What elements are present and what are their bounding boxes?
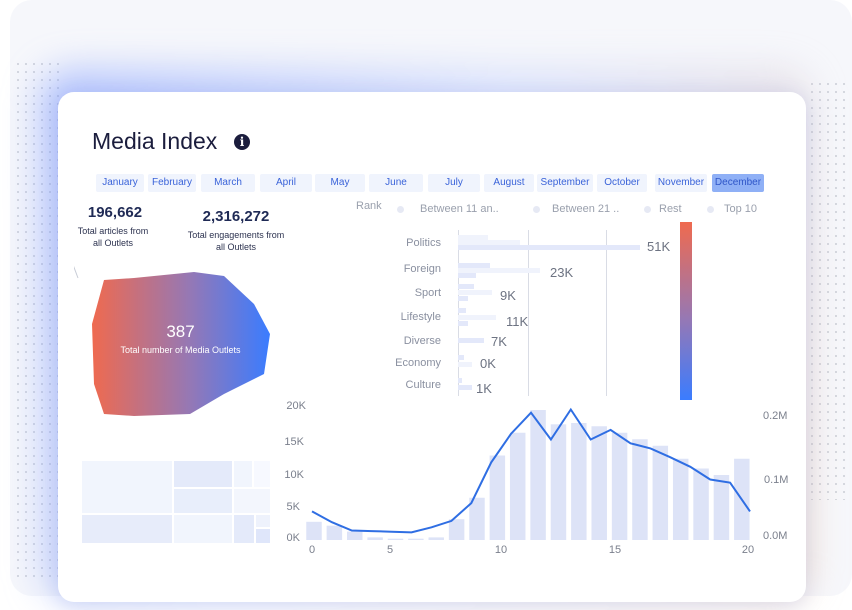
daily-bar[interactable] (428, 537, 444, 540)
daily-bar[interactable] (326, 525, 343, 540)
daily-bar[interactable] (693, 468, 709, 541)
daily-bar[interactable] (591, 426, 607, 540)
daily-bar[interactable] (367, 537, 383, 540)
daily-combo-chart (306, 407, 751, 541)
daily-bar[interactable] (611, 432, 628, 540)
dot-pattern-right (808, 80, 848, 500)
daily-bar[interactable] (387, 538, 404, 540)
media-index-card: Media Index i January February March Apr… (58, 92, 806, 602)
daily-bar[interactable] (672, 458, 689, 540)
daily-bar[interactable] (489, 455, 506, 541)
daily-bar[interactable] (509, 432, 526, 540)
daily-bar[interactable] (713, 475, 730, 540)
daily-bar[interactable] (652, 445, 669, 540)
daily-bar[interactable] (306, 521, 322, 540)
daily-bar[interactable] (408, 538, 424, 540)
daily-bar[interactable] (347, 531, 363, 540)
daily-bar[interactable] (571, 423, 587, 540)
daily-bar[interactable] (448, 519, 465, 540)
daily-bar[interactable] (632, 439, 648, 540)
daily-bar[interactable] (550, 424, 567, 540)
